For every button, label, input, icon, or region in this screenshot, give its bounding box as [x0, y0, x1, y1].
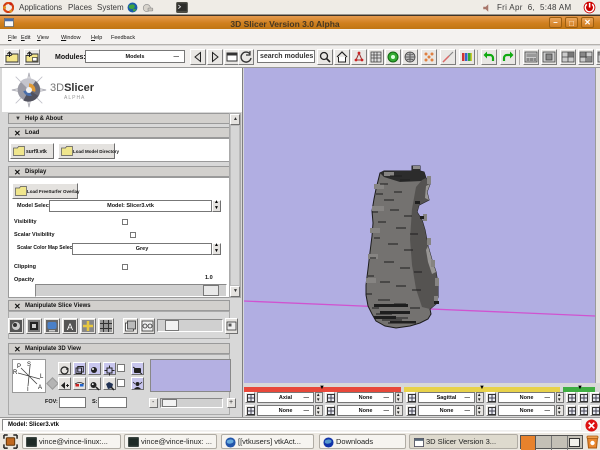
svg-text:I: I	[27, 387, 29, 392]
svg-text:R: R	[13, 370, 18, 376]
svg-text:L: L	[40, 374, 44, 380]
svg-text:S: S	[27, 362, 31, 368]
svg-text:P: P	[17, 364, 21, 370]
svg-text:A: A	[67, 322, 73, 332]
svg-text:A: A	[38, 385, 42, 391]
